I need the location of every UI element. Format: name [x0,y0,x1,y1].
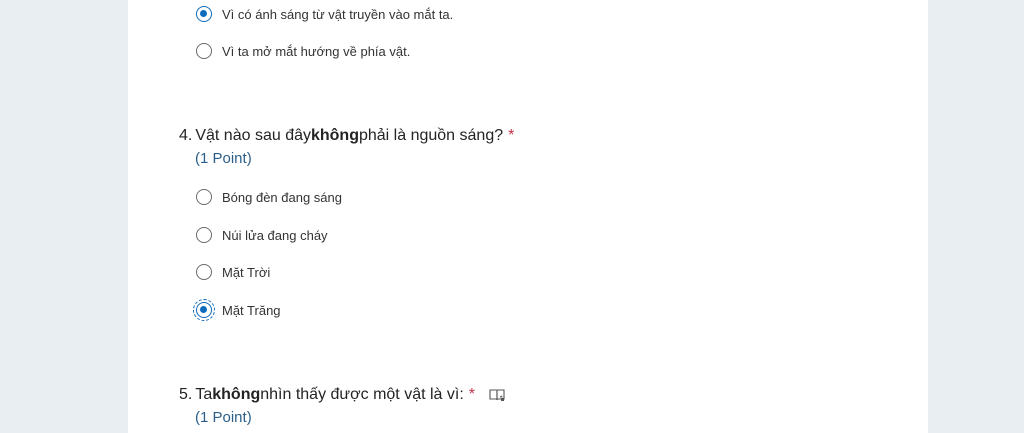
required-mark: * [468,386,475,403]
option-label: Vì có ánh sáng từ vật truyền vào mắt ta. [222,6,454,22]
radio-selected-icon[interactable] [196,6,212,22]
q5-title: 5. Ta không nhìn thấy được một vật là vì… [179,386,505,404]
question-number: 4. [179,127,193,144]
required-mark: * [508,127,515,144]
option-label: Mặt Trăng [222,302,281,318]
option-label: Mặt Trời [222,264,271,280]
radio-icon[interactable] [196,189,212,205]
question-text-after: nhìn thấy được một vật là vì: [260,386,464,403]
question-text-bold: không [310,127,359,144]
radio-icon[interactable] [196,264,212,280]
q3-option-1[interactable]: Vì có ánh sáng từ vật truyền vào mắt ta. [196,3,453,25]
q4-option-1[interactable]: Bóng đèn đang sáng [196,186,342,208]
q5-points: (1 Point) [195,409,252,426]
question-text-bold: không [212,386,261,403]
option-label: Vì ta mở mắt hướng về phía vật. [222,43,411,59]
q4-title: 4. Vật nào sau đây không phải là nguồn s… [179,127,514,145]
radio-icon[interactable] [196,227,212,243]
q3-option-2[interactable]: Vì ta mở mắt hướng về phía vật. [196,40,410,62]
question-text-before: Ta [195,386,213,403]
question-text-before: Vật nào sau đây [195,127,311,144]
radio-selected-icon[interactable] [193,299,215,321]
q4-points: (1 Point) [195,150,252,167]
q4-option-4[interactable]: Mặt Trăng [193,299,281,321]
immersive-reader-icon[interactable] [489,388,505,402]
option-label: Núi lửa đang cháy [222,227,328,243]
option-label: Bóng đèn đang sáng [222,189,342,205]
question-text-after: phải là nguồn sáng? [358,127,504,144]
q4-option-3[interactable]: Mặt Trời [196,261,270,283]
q4-option-2[interactable]: Núi lửa đang cháy [196,224,328,246]
radio-icon[interactable] [196,43,212,59]
form-card: Vì có ánh sáng từ vật truyền vào mắt ta.… [128,0,928,433]
question-number: 5. [179,386,193,403]
